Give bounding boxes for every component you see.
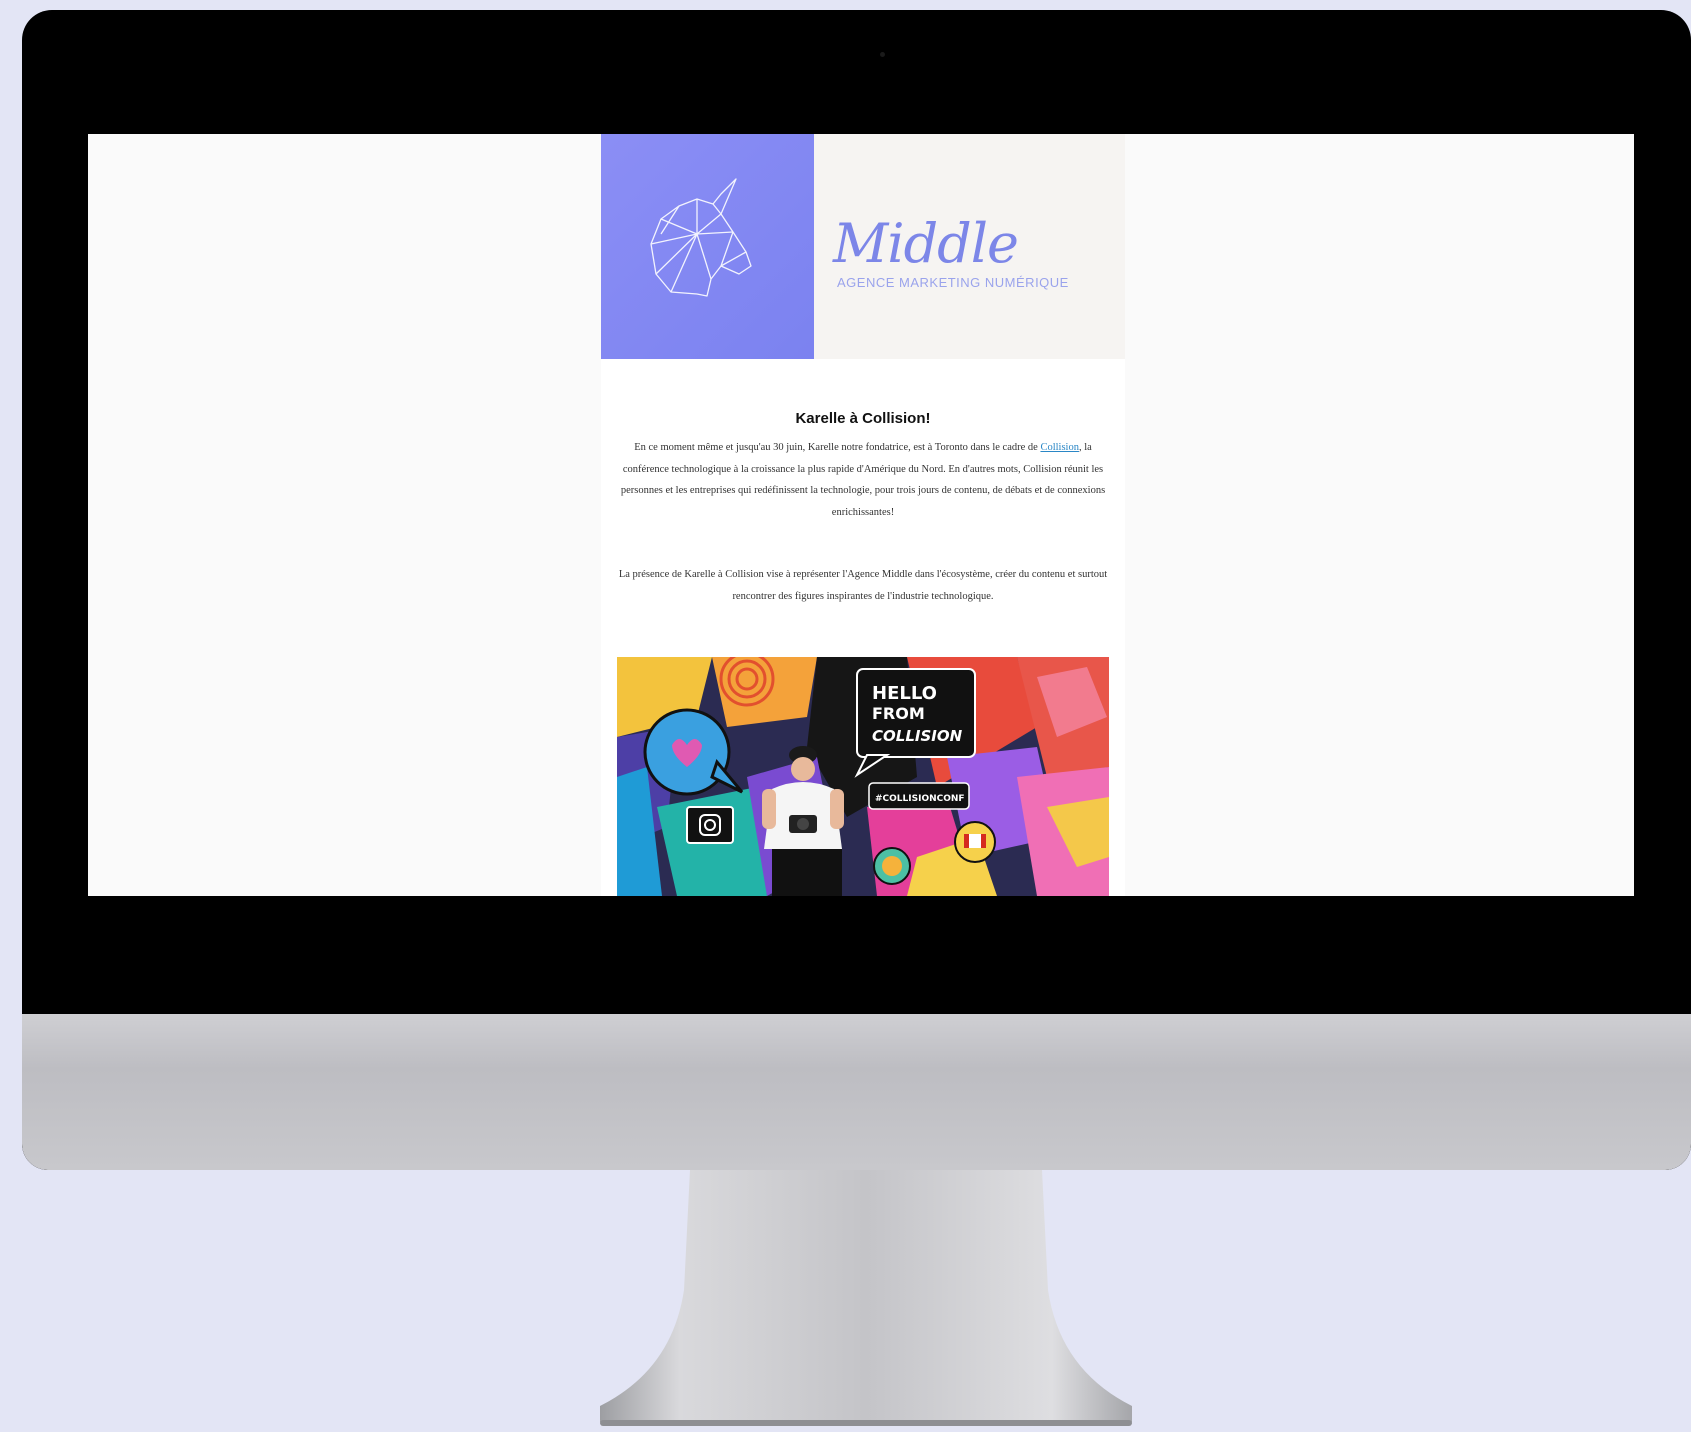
sign-text-collision: COLLISION xyxy=(872,727,963,745)
email-newsletter: Middle AGENCE MARKETING NUMÉRIQUE Karell… xyxy=(601,134,1125,896)
monitor-chin xyxy=(22,1014,1691,1170)
brand-tagline: AGENCE MARKETING NUMÉRIQUE xyxy=(837,275,1069,290)
sign-text-from: FROM xyxy=(872,704,925,723)
article-paragraph-1: En ce moment même et jusqu'au 30 juin, K… xyxy=(615,437,1111,523)
monitor: Middle AGENCE MARKETING NUMÉRIQUE Karell… xyxy=(22,10,1691,1170)
collision-photo: HELLO FROM COLLISION #COLLISIONCONF xyxy=(617,657,1109,896)
article-paragraph-2: La présence de Karelle à Collision vise … xyxy=(618,569,1108,602)
webcam xyxy=(880,52,885,57)
screen: Middle AGENCE MARKETING NUMÉRIQUE Karell… xyxy=(88,134,1634,896)
sign-text-hello: HELLO xyxy=(872,683,937,704)
paragraph-text: En ce moment même et jusqu'au 30 juin, K… xyxy=(634,442,1041,453)
paragraph-text: , la conférence technologique à la crois… xyxy=(620,442,1106,518)
unicorn-logo-icon xyxy=(650,178,752,297)
hashtag-text: #COLLISIONCONF xyxy=(875,794,965,804)
collision-link[interactable]: Collision xyxy=(1040,442,1079,453)
hero-logo-panel xyxy=(601,134,814,359)
article-title: Karelle à Collision! xyxy=(795,410,931,427)
monitor-stand xyxy=(600,1170,1132,1426)
brand-logo-script: Middle xyxy=(833,212,1019,275)
email-header-banner: Middle AGENCE MARKETING NUMÉRIQUE xyxy=(601,134,1125,359)
collision-photo-artwork: HELLO FROM COLLISION #COLLISIONCONF xyxy=(617,657,1109,896)
